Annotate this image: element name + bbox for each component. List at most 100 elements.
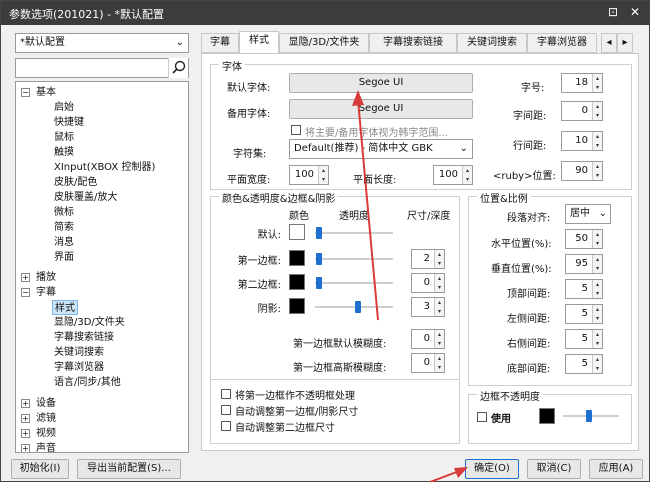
right-margin-input[interactable]: 5 ▴ ▾: [565, 329, 603, 349]
profile-select[interactable]: *默认配置 ⌄: [15, 33, 189, 53]
close-icon[interactable]: ✕: [627, 4, 643, 20]
spinner-icon[interactable]: ▴ ▾: [592, 330, 602, 348]
spinner-icon[interactable]: ▴ ▾: [592, 230, 602, 248]
size-depth-input[interactable]: 3 ▴ ▾: [411, 297, 445, 317]
color-swatch[interactable]: [289, 250, 305, 266]
tree-item-subtitle-2[interactable]: 字幕搜索链接: [54, 330, 114, 345]
blur1-input[interactable]: 0 ▴ ▾: [411, 329, 445, 349]
tab-visibility[interactable]: 显隐/3D/文件夹: [279, 33, 369, 53]
spinner-icon[interactable]: ▴ ▾: [592, 255, 602, 273]
tree-item-basic-5[interactable]: 皮肤/配色: [54, 175, 97, 190]
slider-thumb[interactable]: [355, 301, 361, 313]
line-spacing-input[interactable]: 10 ▴ ▾: [561, 131, 603, 151]
slider-thumb[interactable]: [316, 253, 322, 265]
color-swatch[interactable]: [289, 224, 305, 240]
init-button[interactable]: 初始化(I): [11, 459, 69, 479]
expand-icon[interactable]: +: [21, 414, 30, 423]
korean-range-checkbox[interactable]: [291, 125, 301, 135]
pin-icon[interactable]: ⊡: [605, 4, 621, 20]
tree-item-basic-9[interactable]: 消息: [54, 235, 74, 250]
opaque-box-checkbox[interactable]: [221, 389, 231, 399]
opacity-slider[interactable]: [315, 227, 393, 239]
left-margin-input[interactable]: 5 ▴ ▾: [565, 304, 603, 324]
tree-item-subtitle-1[interactable]: 显隐/3D/文件夹: [54, 315, 125, 330]
tree-item-basic-10[interactable]: 界面: [54, 250, 74, 265]
opacity-slider[interactable]: [315, 301, 393, 313]
opacity-slider[interactable]: [315, 253, 393, 265]
hscale-input[interactable]: 100 ▴ ▾: [289, 165, 329, 185]
cancel-button[interactable]: 取消(C): [527, 459, 581, 479]
border-opacity-slider[interactable]: [563, 410, 619, 422]
tree-item-subtitle[interactable]: 字幕: [36, 285, 56, 300]
tree-item-basic-4[interactable]: XInput(XBOX 控制器): [54, 160, 155, 175]
spinner-icon[interactable]: ▴ ▾: [434, 354, 444, 372]
tab-style[interactable]: 样式: [239, 31, 279, 54]
spinner-icon[interactable]: ▴ ▾: [592, 355, 602, 373]
spinner-icon[interactable]: ▴ ▾: [592, 162, 602, 180]
spinner-icon[interactable]: ▴ ▾: [592, 305, 602, 323]
tree-item-basic-8[interactable]: 简索: [54, 220, 74, 235]
color-swatch[interactable]: [289, 298, 305, 314]
export-button[interactable]: 导出当前配置(S)...: [77, 459, 181, 479]
tree-item-basic[interactable]: 基本: [36, 85, 56, 100]
tab-subtitle-browser[interactable]: 字幕浏览器: [527, 33, 597, 53]
tree-item-basic-7[interactable]: 微标: [54, 205, 74, 220]
slider-thumb[interactable]: [316, 227, 322, 239]
tab-keyword-search[interactable]: 关键词搜索: [457, 33, 527, 53]
slider-thumb[interactable]: [586, 410, 592, 422]
default-font-button[interactable]: Segoe UI: [289, 73, 473, 93]
expand-icon[interactable]: +: [21, 444, 30, 452]
tree-item-basic-0[interactable]: 启始: [54, 100, 74, 115]
use-border-opacity-checkbox[interactable]: [477, 412, 487, 422]
size-input[interactable]: 18 ▴ ▾: [561, 73, 603, 93]
size-depth-input[interactable]: 0 ▴ ▾: [411, 273, 445, 293]
collapse-icon[interactable]: −: [21, 288, 30, 297]
tree-item-subtitle-5[interactable]: 语言/同步/其他: [54, 375, 121, 390]
tree-item-subtitle-4[interactable]: 字幕浏览器: [54, 360, 104, 375]
blur2-input[interactable]: 0 ▴ ▾: [411, 353, 445, 373]
h-position-input[interactable]: 50 ▴ ▾: [565, 229, 603, 249]
expand-icon[interactable]: +: [21, 399, 30, 408]
spinner-icon[interactable]: ▴ ▾: [462, 166, 472, 184]
slider-thumb[interactable]: [316, 277, 322, 289]
tree-item-device[interactable]: 设备: [36, 396, 56, 411]
auto-size1-checkbox[interactable]: [221, 405, 231, 415]
tab-scroll-right-icon[interactable]: ▸: [617, 33, 633, 53]
spinner-icon[interactable]: ▴ ▾: [434, 298, 444, 316]
ok-button[interactable]: 确定(O): [465, 459, 519, 479]
tab-scroll-left-icon[interactable]: ◂: [601, 33, 617, 53]
vscale-input[interactable]: 100 ▴ ▾: [433, 165, 473, 185]
spinner-icon[interactable]: ▴ ▾: [434, 250, 444, 268]
expand-icon[interactable]: +: [21, 429, 30, 438]
spinner-icon[interactable]: ▴ ▾: [592, 74, 602, 92]
tree-item-subtitle-3[interactable]: 关键词搜索: [54, 345, 104, 360]
expand-icon[interactable]: +: [21, 273, 30, 282]
ruby-input[interactable]: 90 ▴ ▾: [561, 161, 603, 181]
opacity-slider[interactable]: [315, 277, 393, 289]
v-position-input[interactable]: 95 ▴ ▾: [565, 254, 603, 274]
tree-item-audio[interactable]: 声音: [36, 441, 56, 452]
tab-search-link[interactable]: 字幕搜索链接: [369, 33, 457, 53]
spinner-icon[interactable]: ▴ ▾: [434, 274, 444, 292]
backup-font-button[interactable]: Segoe UI: [289, 99, 473, 119]
apply-button[interactable]: 应用(A): [589, 459, 643, 479]
align-select[interactable]: 居中 ⌄: [565, 204, 611, 224]
search-input[interactable]: [15, 58, 189, 78]
tree-item-basic-1[interactable]: 快捷键: [54, 115, 84, 130]
tree-item-subtitle-style[interactable]: 样式: [52, 300, 78, 315]
collapse-icon[interactable]: −: [21, 88, 30, 97]
bottom-margin-input[interactable]: 5 ▴ ▾: [565, 354, 603, 374]
spinner-icon[interactable]: ▴ ▾: [592, 102, 602, 120]
search-button[interactable]: [168, 58, 188, 78]
charset-select[interactable]: Default(推荐) - 简体中文 GBK ⌄: [289, 139, 473, 159]
tree-item-basic-3[interactable]: 触摸: [54, 145, 74, 160]
tree-item-playback[interactable]: 播放: [36, 270, 56, 285]
spinner-icon[interactable]: ▴ ▾: [592, 280, 602, 298]
auto-size2-checkbox[interactable]: [221, 421, 231, 431]
tree-item-basic-6[interactable]: 皮肤覆盖/放大: [54, 190, 117, 205]
tree-item-filter[interactable]: 滤镜: [36, 411, 56, 426]
tree-item-video[interactable]: 视频: [36, 426, 56, 441]
tree-item-basic-2[interactable]: 鼠标: [54, 130, 74, 145]
spinner-icon[interactable]: ▴ ▾: [434, 330, 444, 348]
tab-subtitle[interactable]: 字幕: [201, 33, 239, 53]
